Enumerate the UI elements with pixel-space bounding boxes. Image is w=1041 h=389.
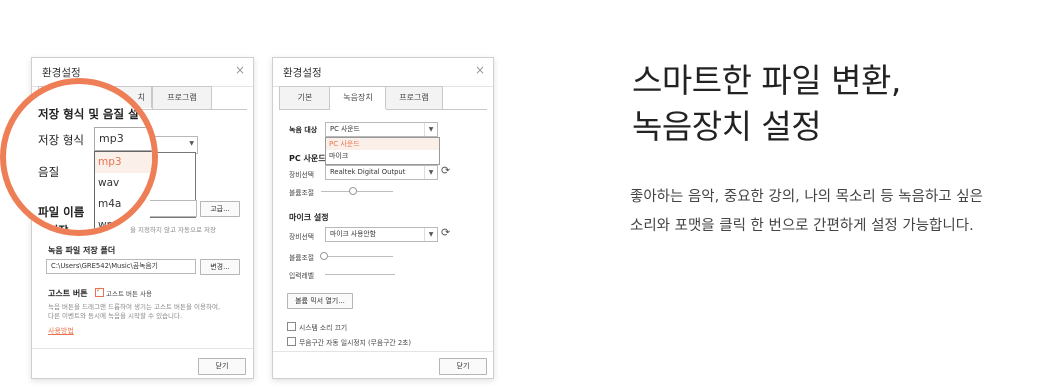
mic-device-select[interactable]: 마이크 사용안함 ▼: [325, 227, 438, 242]
change-folder-button[interactable]: 변경...: [200, 259, 240, 275]
format-option[interactable]: m4a: [95, 194, 152, 215]
mic-volume-slider-knob[interactable]: [320, 252, 328, 260]
promo-heading: 스마트한 파일 변환, 녹음장치 설정: [632, 58, 901, 150]
pc-volume-slider-track[interactable]: [321, 191, 393, 192]
volume-label-pc: 볼륨조절: [289, 189, 315, 197]
silence-pause-checkbox[interactable]: [287, 337, 296, 346]
system-sound-checkbox[interactable]: [287, 322, 296, 331]
format-option[interactable]: wav: [95, 173, 152, 194]
save-format-section-title: 저장 형식 및 음질 설: [38, 107, 139, 121]
dialog-titlebar: 환경설정 ×: [273, 58, 493, 87]
target-option[interactable]: 마이크: [326, 150, 439, 162]
promo-description-line-1: 좋아하는 음악, 중요한 강의, 나의 목소리 등 녹음하고 싶은: [630, 189, 983, 205]
dialog-title: 환경설정: [283, 67, 322, 79]
promo-heading-line-2: 녹음장치 설정: [632, 107, 822, 146]
settings-dialog-right: 환경설정 × 기본 녹음장치 프로그램 녹음 대상 PC 사운드 ▼ PC 사운…: [272, 57, 494, 379]
chevron-down-icon[interactable]: ▼: [189, 140, 194, 147]
tab-program[interactable]: 프로그램: [385, 86, 443, 109]
tab-program[interactable]: 프로그램: [152, 86, 212, 109]
target-option[interactable]: PC 사운드: [326, 138, 439, 150]
mic-section: 마이크 설정: [289, 213, 329, 222]
close-button[interactable]: 닫기: [198, 358, 246, 375]
system-sound-label: 시스템 소리 끄기: [299, 324, 348, 332]
dialog-footer-divider: [273, 351, 493, 352]
format-label: 저장 형식: [38, 133, 84, 147]
ghost-button-title: 고스트 버튼: [48, 289, 88, 298]
close-icon[interactable]: ×: [235, 63, 245, 77]
pc-device-select[interactable]: Realtek Digital Output ▼: [325, 165, 438, 180]
tab-basic[interactable]: 기본: [279, 86, 331, 109]
target-options-list[interactable]: PC 사운드 마이크: [325, 137, 440, 165]
ghost-button-checkbox[interactable]: [95, 286, 104, 297]
dialog-footer-divider: [32, 348, 253, 349]
format-select[interactable]: mp3: [94, 127, 152, 151]
pc-sound-section: PC 사운드: [289, 154, 326, 163]
device-label-pc: 장비선택: [289, 171, 315, 179]
promo-heading-line-1: 스마트한 파일 변환,: [632, 61, 901, 100]
folder-path-field[interactable]: C:\Users\GRE542\Music\곰녹음기: [46, 259, 196, 274]
format-option[interactable]: mp3: [95, 152, 152, 173]
close-icon[interactable]: ×: [475, 63, 485, 77]
refresh-icon[interactable]: ⟳: [441, 164, 450, 177]
tab-recording-device[interactable]: 녹음장치: [329, 86, 387, 110]
usage-link[interactable]: 사용방법: [48, 326, 74, 336]
mic-device-value: 마이크 사용안함: [330, 230, 376, 238]
advanced-button[interactable]: 고급...: [200, 201, 240, 217]
pc-device-value: Realtek Digital Output: [330, 168, 406, 176]
target-select[interactable]: PC 사운드 ▼: [325, 122, 438, 137]
ghost-description-2: 다른 이벤트와 동시에 녹음을 시작할 수 있습니다.: [48, 312, 183, 320]
input-level-label: 입력레벨: [289, 272, 315, 280]
mic-volume-slider-track[interactable]: [321, 256, 393, 257]
silence-pause-label: 무음구간 자동 일시정지 (무음구간 2초): [299, 339, 412, 347]
target-select-value: PC 사운드: [330, 125, 360, 133]
pc-volume-slider-knob[interactable]: [349, 187, 357, 195]
open-volume-mixer-button[interactable]: 볼륨 믹서 열기...: [287, 293, 353, 309]
close-button[interactable]: 닫기: [439, 358, 487, 375]
volume-label-mic: 볼륨조절: [289, 254, 315, 262]
filename-label: 파일 이름: [38, 205, 85, 219]
tab-bar: 기본 녹음장치 프로그램: [279, 86, 487, 110]
target-label: 녹음 대상: [289, 126, 318, 134]
promo-description-line-2: 소리와 포맷을 클릭 한 번으로 간편하게 설정 가능합니다.: [630, 218, 974, 234]
filename-field-edge: [150, 200, 197, 217]
chevron-down-icon[interactable]: ▼: [424, 228, 437, 241]
promo-description: 좋아하는 음악, 중요한 강의, 나의 목소리 등 녹음하고 싶은 소리와 포맷…: [630, 183, 983, 241]
quality-label: 음질: [38, 165, 60, 179]
input-level-meter: [325, 274, 395, 275]
refresh-icon[interactable]: ⟳: [441, 226, 450, 239]
ghost-checkbox-label: 고스트 버튼 사용: [106, 290, 152, 298]
device-label-mic: 장비선택: [289, 233, 315, 241]
magnifier-lens: 저장 형식 및 음질 설 저장 형식 mp3 음질 파일 이름 ‘저장 mp3 …: [0, 78, 158, 236]
format-options-list[interactable]: mp3 wav m4a wma: [94, 151, 152, 230]
chevron-down-icon[interactable]: ▼: [424, 123, 437, 136]
folder-label: 녹음 파일 저장 폴더: [48, 246, 116, 255]
chevron-down-icon[interactable]: ▼: [424, 166, 437, 179]
